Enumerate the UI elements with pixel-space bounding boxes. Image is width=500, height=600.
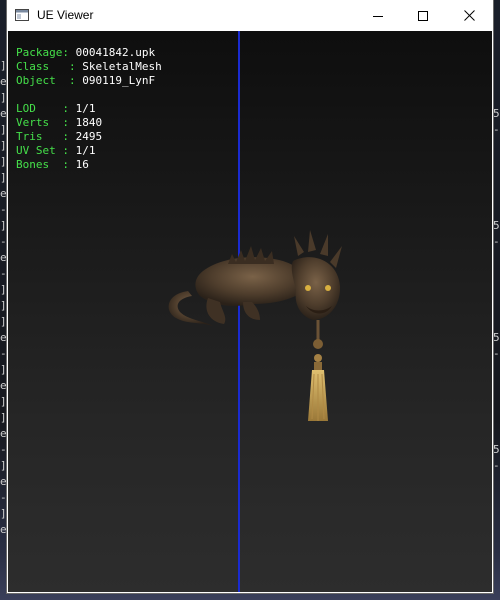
window-title: UE Viewer — [37, 8, 94, 22]
info-separator: : — [49, 60, 83, 73]
info-separator: : — [49, 158, 76, 171]
info-row-bones: Bones : 16 — [16, 158, 162, 172]
mesh-info-overlay: Package: 00041842.upk Class : SkeletalMe… — [16, 46, 162, 172]
console-glyph: 5 — [493, 331, 500, 344]
minimize-button[interactable] — [355, 0, 401, 31]
close-button[interactable] — [446, 0, 492, 31]
console-glyph: 5 — [493, 107, 500, 120]
info-label: Package — [16, 46, 63, 59]
info-row-lod: LOD : 1/1 — [16, 102, 162, 116]
lod-value: 1/1 — [75, 102, 96, 115]
info-separator: : — [35, 102, 76, 115]
object-value: 090119_LynF — [82, 74, 156, 87]
info-separator: : — [55, 74, 83, 87]
info-row-uvset: UV Set : 1/1 — [16, 144, 162, 158]
tris-value: 2495 — [75, 130, 103, 143]
uvset-value: 1/1 — [75, 144, 96, 157]
close-icon — [463, 10, 475, 21]
package-value: 00041842.upk — [75, 46, 156, 59]
3d-viewport[interactable]: Package: 00041842.upk Class : SkeletalMe… — [8, 31, 492, 592]
maximize-icon — [418, 10, 428, 21]
minimize-icon — [373, 15, 383, 17]
maximize-button[interactable] — [400, 0, 446, 31]
info-row-tris: Tris : 2495 — [16, 130, 162, 144]
console-glyph: 5 — [493, 219, 500, 232]
title-bar[interactable]: UE Viewer — [7, 0, 493, 31]
info-label: Tris — [16, 130, 43, 143]
console-glyph: 5 — [493, 443, 500, 456]
info-label: LOD — [16, 102, 36, 115]
console-glyph: - — [493, 347, 500, 360]
info-label: Verts — [16, 116, 50, 129]
info-row-verts: Verts : 1840 — [16, 116, 162, 130]
info-separator: : — [55, 144, 76, 157]
info-row-package: Package: 00041842.upk — [16, 46, 162, 60]
verts-value: 1840 — [75, 116, 103, 129]
console-glyph: - — [493, 459, 500, 472]
info-row-class: Class : SkeletalMesh — [16, 60, 162, 74]
info-separator: : — [42, 130, 76, 143]
bones-value: 16 — [75, 158, 89, 171]
console-glyph: - — [493, 123, 500, 136]
info-row-object: Object : 090119_LynF — [16, 74, 162, 88]
info-label: Bones — [16, 158, 50, 171]
class-value: SkeletalMesh — [82, 60, 162, 73]
window-app-icon — [15, 9, 29, 21]
info-separator: : — [49, 116, 76, 129]
console-glyph: - — [493, 235, 500, 248]
info-label: UV Set — [16, 144, 56, 157]
info-label: Class — [16, 60, 50, 73]
skeletal-mesh-model[interactable] — [148, 216, 348, 441]
ue-viewer-window: UE Viewer Package: 00041842.upk Class: … — [7, 0, 493, 593]
info-separator: : — [62, 46, 76, 59]
info-label: Object — [16, 74, 56, 87]
